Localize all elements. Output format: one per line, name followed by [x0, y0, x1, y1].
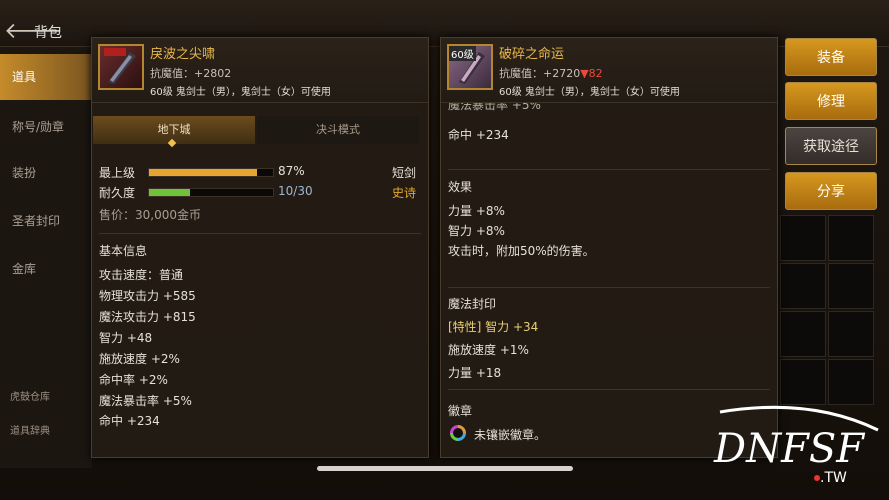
seal-line: 力量 +18: [448, 366, 502, 380]
seal-title: 魔法封印: [448, 297, 497, 311]
divider: [448, 287, 770, 288]
durability-label: 耐久度: [99, 186, 136, 200]
stat-line: 智力 +48: [99, 331, 153, 345]
durability-bar-fill: [149, 189, 191, 196]
watermark-sub: .TW: [820, 470, 847, 486]
sidebar-link-dictionary[interactable]: 道具辞典: [10, 422, 50, 437]
home-indicator[interactable]: [317, 466, 573, 471]
repair-button[interactable]: 修理: [785, 82, 877, 120]
badge-slot-inner: [453, 428, 463, 438]
anti-magic-value: 抗魔值：+2720▼82: [499, 65, 603, 81]
inventory-slot[interactable]: [780, 215, 826, 261]
inventory-slot[interactable]: [780, 359, 826, 405]
effect-title: 效果: [448, 180, 473, 194]
stat-line: 攻击速度：普通: [99, 268, 184, 282]
seal-line: 施放速度 +1%: [448, 343, 529, 357]
item-header: 60级 破碎之命运 抗魔值：+2720▼82 60级 鬼剑士（男），鬼剑士（女）…: [441, 38, 777, 103]
stat-line: 魔法暴击率 +5%: [448, 103, 541, 112]
badge-title: 徽章: [448, 404, 473, 418]
level-badge: 60级: [449, 46, 476, 61]
sidebar: 道具 称号/勋章 装扮 圣者封印 金库 虎鼓仓库 道具辞典: [0, 48, 92, 468]
anti-magic-diff: ▼82: [580, 67, 603, 80]
class-requirement: 60级 鬼剑士（男），鬼剑士（女）可使用: [150, 87, 331, 98]
stat-line: 魔法攻击力 +815: [99, 310, 196, 324]
divider: [99, 233, 421, 234]
shortsword-item-icon: [98, 44, 144, 90]
grade-label: 最上级: [99, 166, 136, 180]
scrolled-line-clip: 魔法暴击率 +5%: [441, 103, 777, 117]
equipped-item-tooltip: 戾波之尖啸 抗魔值：+2802 60级 鬼剑士（男），鬼剑士（女）可使用 地下城…: [91, 37, 429, 458]
effect-line: 攻击时，附加50%的伤害。: [448, 244, 595, 258]
seal-line: [特性] 智力 +34: [448, 320, 539, 334]
stat-line: 物理攻击力 +585: [99, 289, 196, 303]
anti-magic-text: 抗魔值：+2720: [499, 67, 581, 80]
sidebar-item-seals[interactable]: 圣者封印: [0, 198, 92, 244]
equip-button[interactable]: 装备: [785, 38, 877, 76]
durability-bar: [148, 188, 274, 197]
share-button[interactable]: 分享: [785, 172, 877, 210]
stat-line: 施放速度 +2%: [99, 352, 180, 366]
stat-line: 命中 +234: [99, 414, 160, 428]
item-header: 戾波之尖啸 抗魔值：+2802 60级 鬼剑士（男），鬼剑士（女）可使用: [92, 38, 428, 103]
sidebar-link-storage[interactable]: 虎鼓仓库: [10, 388, 50, 403]
inventory-slot[interactable]: [828, 311, 874, 357]
item-name: 戾波之尖啸: [150, 47, 216, 62]
durability-value: 10/30: [278, 184, 313, 198]
sell-price: 售价：30,000金币: [99, 208, 201, 222]
inventory-slot[interactable]: [828, 359, 874, 405]
stat-line: 命中 +234: [448, 128, 509, 142]
grade-bar: [148, 168, 274, 177]
sword-icon: [104, 48, 136, 84]
tab-pvp[interactable]: 决斗模式: [257, 116, 419, 144]
stat-line: 魔法暴击率 +5%: [99, 394, 192, 408]
get-source-button[interactable]: 获取途径: [785, 127, 877, 165]
basic-info-title: 基本信息: [99, 244, 148, 258]
anti-magic-value: 抗魔值：+2802: [150, 67, 232, 80]
effect-line: 力量 +8%: [448, 204, 505, 218]
inventory-slot[interactable]: [828, 215, 874, 261]
sidebar-item-titles[interactable]: 称号/勋章: [0, 104, 92, 150]
badge-empty-text: 未镶嵌徽章。: [474, 428, 547, 442]
item-name: 破碎之命运: [499, 47, 565, 62]
grade-value: 87%: [278, 164, 305, 178]
inventory-slot[interactable]: [780, 311, 826, 357]
watermark-main: DNFSF: [713, 426, 865, 472]
red-dot-icon: [814, 475, 820, 481]
sidebar-item-items[interactable]: 道具: [0, 54, 92, 100]
divider: [448, 389, 770, 390]
watermark-svg: DNFSF .TW: [713, 405, 879, 486]
class-requirement: 60级 鬼剑士（男），鬼剑士（女）可使用: [499, 87, 680, 98]
page-title: 背包: [34, 25, 62, 41]
inventory-slot[interactable]: [828, 263, 874, 309]
stat-line: 命中率 +2%: [99, 373, 168, 387]
inventory-slot[interactable]: [780, 263, 826, 309]
grade-bar-fill: [149, 169, 257, 176]
dnfsf-watermark-logo: DNFSF .TW: [700, 402, 880, 492]
effect-line: 智力 +8%: [448, 224, 505, 238]
mode-tabs: 地下城 决斗模式: [92, 116, 428, 144]
shortsword-item-icon: 60级: [447, 44, 493, 90]
sidebar-item-vault[interactable]: 金库: [0, 246, 92, 292]
divider: [448, 169, 770, 170]
weapon-type: 短剑: [392, 166, 417, 180]
rarity-label: 史诗: [392, 186, 417, 200]
compared-item-tooltip: 60级 破碎之命运 抗魔值：+2720▼82 60级 鬼剑士（男），鬼剑士（女）…: [440, 37, 778, 458]
sidebar-item-avatar[interactable]: 装扮: [0, 150, 92, 196]
